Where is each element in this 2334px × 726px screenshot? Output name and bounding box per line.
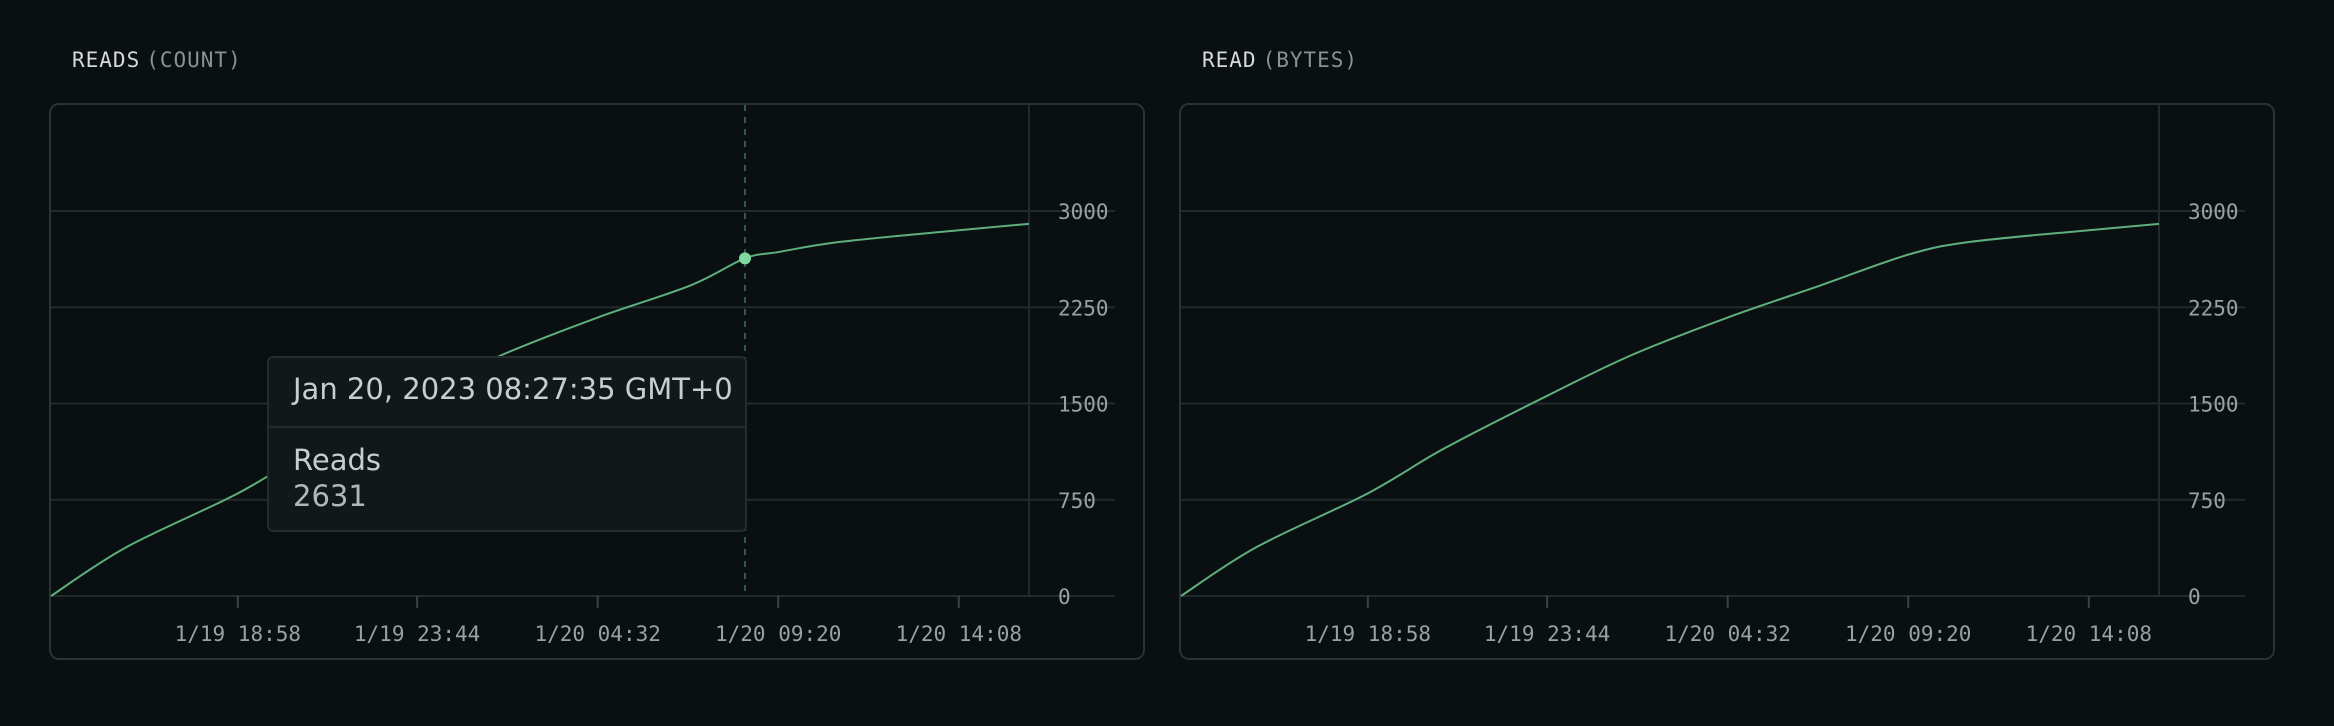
series-line: [1180, 222, 2160, 597]
y-tick-label: 2250: [1058, 296, 1109, 320]
read-bytes-svg[interactable]: 0 750 1500 2250 3000 1/19 18:58 1/19 23:44 1/20…: [1180, 105, 2277, 662]
x-tick-label: 1/19 23:44: [1484, 622, 1610, 646]
y-tick-label: 750: [2188, 489, 2226, 513]
tooltip-divider: [269, 426, 745, 428]
y-tick-label: 1500: [2188, 393, 2239, 417]
y-tick-label: 1500: [1058, 393, 1109, 417]
x-tick-label: 1/20 04:32: [534, 622, 660, 646]
y-tick-label: 750: [1058, 489, 1096, 513]
read-bytes-title: READ (BYTES): [1202, 48, 1358, 72]
x-tick-label: 1/19 18:58: [175, 622, 301, 646]
y-tick-label: 0: [2188, 585, 2201, 609]
reads-count-chart[interactable]: 0 750 1500 2250 3000 1/19 18:58 1/19 23:44 1/20…: [49, 103, 1145, 660]
read-bytes-chart[interactable]: 0 750 1500 2250 3000 1/19 18:58 1/19 23:44 1/20…: [1179, 103, 2275, 660]
x-tick-label: 1/20 04:32: [1664, 622, 1790, 646]
chart-title: READS: [72, 48, 141, 72]
x-tick-label: 1/20 14:08: [2026, 622, 2152, 646]
chart-tooltip: Jan 20, 2023 08:27:35 GMT+0 Reads 2631: [267, 356, 747, 532]
x-tick-label: 1/20 09:20: [1845, 622, 1971, 646]
x-tick-label: 1/19 23:44: [354, 622, 480, 646]
tooltip-value: 2631: [293, 479, 367, 513]
highlight-point[interactable]: [739, 252, 752, 265]
x-tick-label: 1/20 09:20: [715, 622, 841, 646]
y-tick-label: 3000: [1058, 200, 1109, 224]
chart-title: READ: [1202, 48, 1257, 72]
chart-subtitle: (BYTES): [1262, 48, 1359, 72]
y-tick-label: 0: [1058, 585, 1071, 609]
chart-subtitle: (COUNT): [146, 48, 242, 72]
reads-count-title: READS (COUNT): [72, 48, 242, 72]
x-tick-label: 1/20 14:08: [896, 622, 1022, 646]
y-tick-label: 3000: [2188, 200, 2239, 224]
tooltip-label: Reads: [293, 443, 381, 477]
x-tick-label: 1/19 18:58: [1305, 622, 1431, 646]
y-tick-label: 2250: [2188, 296, 2239, 320]
tooltip-date: Jan 20, 2023 08:27:35 GMT+0: [293, 372, 733, 406]
